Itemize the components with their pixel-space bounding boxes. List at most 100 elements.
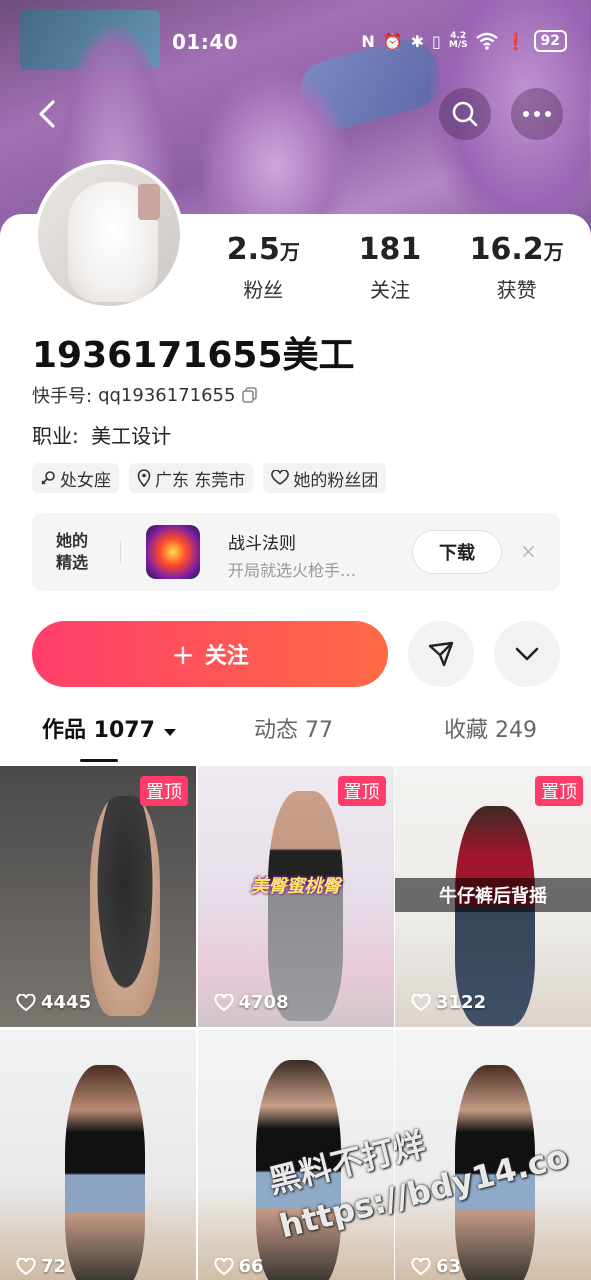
plus-icon: + xyxy=(171,637,195,671)
tab-favorites[interactable]: 收藏 249 xyxy=(444,712,537,744)
send-icon xyxy=(428,641,454,667)
tab-indicator xyxy=(80,759,118,762)
like-count: 72 xyxy=(16,1256,66,1277)
app-subtitle: 开局就选火枪手… xyxy=(228,561,357,580)
video-thumbnail[interactable]: 置顶 美臀蜜桃臀 4708 xyxy=(197,766,394,1027)
pinned-badge: 置顶 xyxy=(337,776,386,806)
tab-favorites-label: 收藏 249 xyxy=(444,718,537,743)
follow-button[interactable]: + 关注 xyxy=(32,621,388,687)
close-icon[interactable]: × xyxy=(520,539,537,563)
thumbnail-figure xyxy=(65,1065,145,1280)
job-label: 职业: xyxy=(32,424,79,448)
more-button[interactable] xyxy=(511,88,563,140)
alarm-icon: ⏰ xyxy=(382,31,403,51)
net-speed-unit: M/S xyxy=(448,40,468,50)
stat-likes-value: 16.2 xyxy=(469,232,544,267)
status-time: 01:40 xyxy=(172,30,239,54)
like-count-value: 63 xyxy=(436,1256,462,1277)
user-id-value: qq1936171655 xyxy=(98,384,236,406)
avatar-phone-image xyxy=(138,184,160,220)
app-icon xyxy=(146,525,200,579)
profile-stats: 2.5万 粉丝 181 关注 16.2万 获赞 xyxy=(200,232,580,303)
tag-location[interactable]: 广东 东莞市 xyxy=(129,463,254,493)
like-count: 4708 xyxy=(213,992,289,1013)
search-button[interactable] xyxy=(439,88,491,140)
user-id-label: 快手号: xyxy=(32,386,93,407)
nfc-icon: N xyxy=(361,31,375,51)
stat-following-label: 关注 xyxy=(369,278,410,302)
follow-label: 关注 xyxy=(204,644,249,669)
status-icons: N ⏰ ✱ ▯ 4.2 M/S ❗ 92 xyxy=(361,30,567,52)
like-count: 4445 xyxy=(16,992,91,1013)
like-count: 66 xyxy=(213,1256,264,1277)
video-caption: 美臀蜜桃臀 xyxy=(250,876,341,897)
avatar[interactable] xyxy=(34,160,184,310)
stat-followers[interactable]: 2.5万 粉丝 xyxy=(200,232,327,303)
back-button[interactable] xyxy=(22,88,74,140)
like-count-value: 4708 xyxy=(238,992,289,1013)
like-count-value: 4445 xyxy=(41,992,92,1013)
tag-fan-club[interactable]: 她的粉丝团 xyxy=(263,463,387,493)
stat-following-value: 181 xyxy=(358,232,422,267)
chevron-down-icon xyxy=(515,647,539,661)
search-icon xyxy=(452,101,478,127)
pinned-badge: 置顶 xyxy=(535,776,583,806)
caret-down-icon xyxy=(163,729,176,736)
tag-fan-club-label: 她的粉丝团 xyxy=(293,470,379,491)
tab-moments-label: 动态 77 xyxy=(254,718,333,743)
battery-indicator: 92 xyxy=(533,30,567,52)
like-count: 3122 xyxy=(411,992,486,1013)
featured-label: 她的 精选 xyxy=(56,530,88,574)
message-button[interactable] xyxy=(408,621,474,687)
net-speed: 4.2 M/S xyxy=(449,32,468,50)
vibrate-icon: ▯ xyxy=(432,31,441,51)
like-count-value: 66 xyxy=(238,1256,264,1277)
thumbnail-figure xyxy=(267,791,343,1021)
expand-button[interactable] xyxy=(494,621,560,687)
wifi-icon xyxy=(475,32,498,50)
pinned-badge: 置顶 xyxy=(140,776,188,806)
alert-icon: ❗ xyxy=(505,31,526,51)
tag-location-label: 广东 东莞市 xyxy=(155,470,246,491)
tag-zodiac[interactable]: 处女座 xyxy=(32,463,119,493)
copy-icon[interactable] xyxy=(241,386,259,404)
heart-outline-icon xyxy=(213,993,234,1011)
username: 1936171655美工 xyxy=(32,335,355,376)
heart-outline-icon xyxy=(16,993,36,1011)
banner-decoration xyxy=(200,70,350,230)
heart-outline-icon xyxy=(271,470,290,485)
video-thumbnail[interactable]: 置顶 牛仔裤后背摇 3122 xyxy=(395,766,591,1027)
heart-outline-icon xyxy=(213,1257,234,1275)
chevron-left-icon xyxy=(39,100,55,128)
content-tabs: 作品 1077 动态 77 收藏 249 xyxy=(0,712,591,762)
more-dots-icon xyxy=(523,111,551,117)
stat-likes[interactable]: 16.2万 获赞 xyxy=(453,232,580,303)
tab-moments[interactable]: 动态 77 xyxy=(254,712,333,744)
app-title: 战斗法则 xyxy=(228,534,296,554)
stat-followers-unit: 万 xyxy=(279,240,300,264)
thumbnail-figure xyxy=(90,796,160,1016)
stat-followers-value: 2.5 xyxy=(226,232,280,267)
download-button[interactable]: 下载 xyxy=(412,530,502,574)
stat-following[interactable]: 181 关注 xyxy=(327,232,454,303)
like-count-value: 3122 xyxy=(436,992,487,1013)
like-count-value: 72 xyxy=(41,1256,67,1277)
featured-label-line2: 精选 xyxy=(56,553,89,572)
job-row: 职业: 美工设计 xyxy=(32,420,171,449)
tag-zodiac-label: 处女座 xyxy=(60,470,111,491)
heart-outline-icon xyxy=(411,993,431,1011)
user-id-row: 快手号: qq1936171655 xyxy=(32,382,259,408)
bluetooth-icon: ✱ xyxy=(410,31,425,51)
video-thumbnail[interactable]: 置顶 4445 xyxy=(0,766,196,1027)
featured-app-card[interactable]: 她的 精选 战斗法则 开局就选火枪手… 下载 × xyxy=(32,513,560,591)
zodiac-icon xyxy=(41,471,55,485)
like-count: 63 xyxy=(411,1256,461,1277)
stat-followers-label: 粉丝 xyxy=(243,278,284,302)
job-value: 美工设计 xyxy=(91,424,172,448)
status-bar: 01:40 N ⏰ ✱ ▯ 4.2 M/S ❗ 92 xyxy=(0,26,591,62)
divider xyxy=(120,541,121,563)
tab-works[interactable]: 作品 1077 xyxy=(42,712,177,744)
video-thumbnail[interactable]: 72 xyxy=(0,1030,196,1280)
profile-tags: 处女座 广东 东莞市 她的粉丝团 xyxy=(32,463,387,493)
tab-works-label: 作品 1077 xyxy=(42,718,155,743)
